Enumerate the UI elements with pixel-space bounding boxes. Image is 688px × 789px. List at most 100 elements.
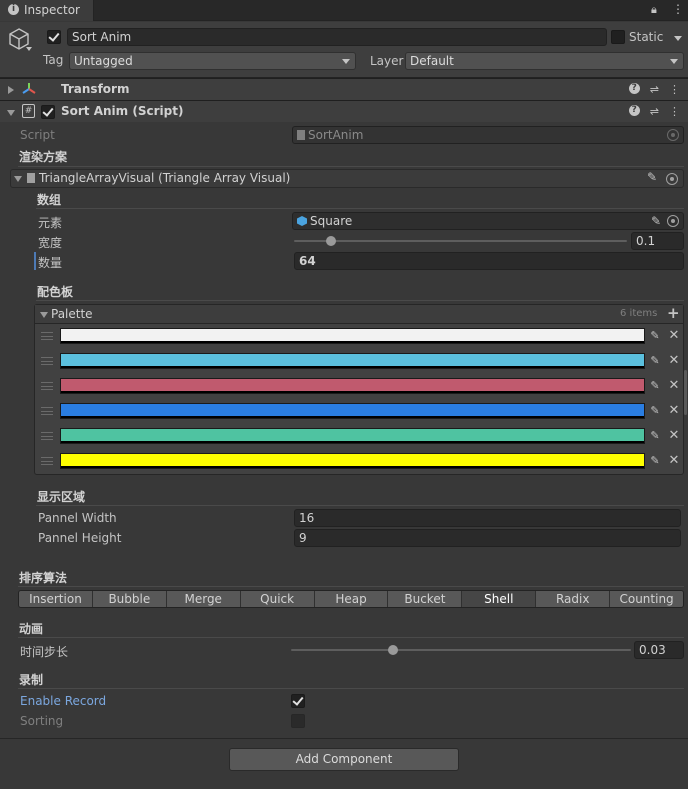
color-swatch[interactable]	[60, 453, 645, 469]
eyedropper-icon[interactable]: ✎	[648, 404, 662, 418]
panel-width-field[interactable]: 16	[294, 509, 681, 527]
sort-option-counting[interactable]: Counting	[610, 591, 683, 607]
palette-item: ✎ ✕	[34, 399, 684, 424]
layer-label: Layer	[370, 54, 404, 68]
help-icon[interactable]: ?	[628, 83, 640, 94]
transform-header[interactable]: Transform ? ⇌ ⋮	[0, 78, 688, 100]
layer-dropdown[interactable]: Default	[405, 52, 684, 70]
remove-item-icon[interactable]: ✕	[667, 428, 681, 444]
lock-icon[interactable]: 🔒︎	[651, 3, 657, 17]
drag-handle-icon[interactable]	[41, 357, 53, 365]
time-step-slider[interactable]	[291, 641, 631, 659]
script-component-title: Sort Anim (Script)	[61, 104, 184, 118]
divider	[36, 505, 684, 506]
eyedropper-icon[interactable]: ✎	[648, 329, 662, 343]
eyedropper-icon[interactable]: ✎	[648, 429, 662, 443]
sort-option-quick[interactable]: Quick	[240, 591, 315, 607]
remove-item-icon[interactable]: ✕	[667, 453, 681, 469]
kebab-menu-icon[interactable]: ⋮	[669, 83, 680, 96]
animation-title: 动画	[19, 622, 44, 636]
prefab-dropdown-icon[interactable]	[26, 47, 32, 51]
remove-item-icon[interactable]: ✕	[667, 403, 681, 419]
element-field[interactable]: Square ✎	[292, 212, 684, 230]
divider	[0, 738, 688, 739]
transform-title: Transform	[61, 82, 130, 96]
sort-option-merge[interactable]: Merge	[166, 591, 241, 607]
color-swatch[interactable]	[60, 403, 645, 419]
preset-icon[interactable]: ⇌	[650, 83, 659, 96]
object-picker-icon[interactable]	[666, 173, 678, 185]
edit-pencil-icon[interactable]: ✎	[651, 213, 661, 229]
foldout-arrow-icon[interactable]	[8, 86, 14, 94]
palette-list-header[interactable]: Palette 6 items +	[35, 304, 683, 324]
array-group-title: 数组	[37, 193, 62, 207]
static-dropdown-icon[interactable]	[674, 36, 682, 41]
script-field: SortAnim	[292, 126, 684, 144]
script-icon: #	[22, 104, 35, 118]
color-swatch[interactable]	[60, 428, 645, 444]
color-swatch[interactable]	[60, 378, 645, 394]
scrollbar[interactable]	[684, 370, 687, 415]
script-header[interactable]: # Sort Anim (Script) ? ⇌ ⋮	[0, 100, 688, 122]
preset-icon[interactable]: ⇌	[650, 105, 659, 118]
divider	[36, 208, 684, 209]
object-name-field[interactable]: Sort Anim	[67, 28, 607, 46]
sort-option-radix[interactable]: Radix	[536, 591, 611, 607]
active-checkbox[interactable]	[47, 30, 61, 44]
sort-option-heap[interactable]: Heap	[314, 591, 389, 607]
tab-inspector[interactable]: i Inspector	[0, 0, 94, 21]
color-swatch[interactable]	[60, 353, 645, 369]
foldout-arrow-icon[interactable]	[7, 110, 15, 116]
static-checkbox[interactable]	[611, 30, 625, 44]
count-label: 数量	[38, 256, 63, 270]
sort-option-shell[interactable]: Shell	[462, 591, 537, 607]
time-step-field[interactable]: 0.03	[634, 641, 684, 659]
foldout-arrow-icon[interactable]	[14, 176, 22, 182]
help-icon[interactable]: ?	[628, 105, 640, 116]
add-component-button[interactable]: Add Component	[229, 748, 459, 771]
remove-item-icon[interactable]: ✕	[667, 328, 681, 344]
kebab-menu-icon[interactable]: ⋮	[672, 2, 684, 16]
palette-item: ✎ ✕	[34, 324, 684, 349]
palette-item: ✎ ✕	[34, 349, 684, 374]
enable-record-label: Enable Record	[20, 694, 107, 708]
palette-item: ✎ ✕	[34, 449, 684, 474]
palette-count: 6 items	[620, 308, 658, 319]
kebab-menu-icon[interactable]: ⋮	[669, 105, 680, 118]
panel-width-label: Pannel Width	[38, 511, 117, 525]
focus-marker	[34, 252, 36, 270]
panel-height-field[interactable]: 9	[294, 529, 681, 547]
tag-dropdown[interactable]: Untagged	[69, 52, 356, 70]
sort-option-bucket[interactable]: Bucket	[388, 591, 463, 607]
width-field[interactable]: 0.1	[631, 232, 684, 250]
drag-handle-icon[interactable]	[41, 382, 53, 390]
sort-option-bubble[interactable]: Bubble	[92, 591, 167, 607]
drag-handle-icon[interactable]	[41, 457, 53, 465]
slider-track	[294, 240, 627, 242]
slider-thumb[interactable]	[388, 645, 398, 655]
enable-record-checkbox[interactable]	[291, 694, 305, 708]
edit-pencil-icon[interactable]: ✎	[647, 170, 657, 184]
remove-item-icon[interactable]: ✕	[667, 378, 681, 394]
count-field[interactable]: 64	[294, 252, 684, 270]
width-slider[interactable]	[294, 232, 627, 250]
drag-handle-icon[interactable]	[41, 407, 53, 415]
object-picker-icon[interactable]	[667, 215, 679, 227]
drag-handle-icon[interactable]	[41, 332, 53, 340]
eyedropper-icon[interactable]: ✎	[648, 354, 662, 368]
drag-handle-icon[interactable]	[41, 432, 53, 440]
color-swatch[interactable]	[60, 328, 645, 344]
render-scheme-field[interactable]: TriangleArrayVisual (Triangle Array Visu…	[10, 169, 684, 188]
sort-algorithm-toolbar: Insertion Bubble Merge Quick Heap Bucket Shell…	[18, 590, 684, 608]
tab-bar: i Inspector 🔒︎ ⋮	[0, 0, 688, 21]
sort-option-insertion[interactable]: Insertion	[19, 591, 93, 607]
eyedropper-icon[interactable]: ✎	[648, 379, 662, 393]
add-item-icon[interactable]: +	[667, 304, 680, 322]
eyedropper-icon[interactable]: ✎	[648, 454, 662, 468]
panel-height-label: Pannel Height	[38, 531, 122, 545]
slider-thumb[interactable]	[325, 236, 336, 246]
script-enabled-checkbox[interactable]	[41, 105, 55, 119]
foldout-arrow-icon[interactable]	[40, 312, 48, 318]
remove-item-icon[interactable]: ✕	[667, 353, 681, 369]
sorting-label: Sorting	[20, 714, 64, 728]
